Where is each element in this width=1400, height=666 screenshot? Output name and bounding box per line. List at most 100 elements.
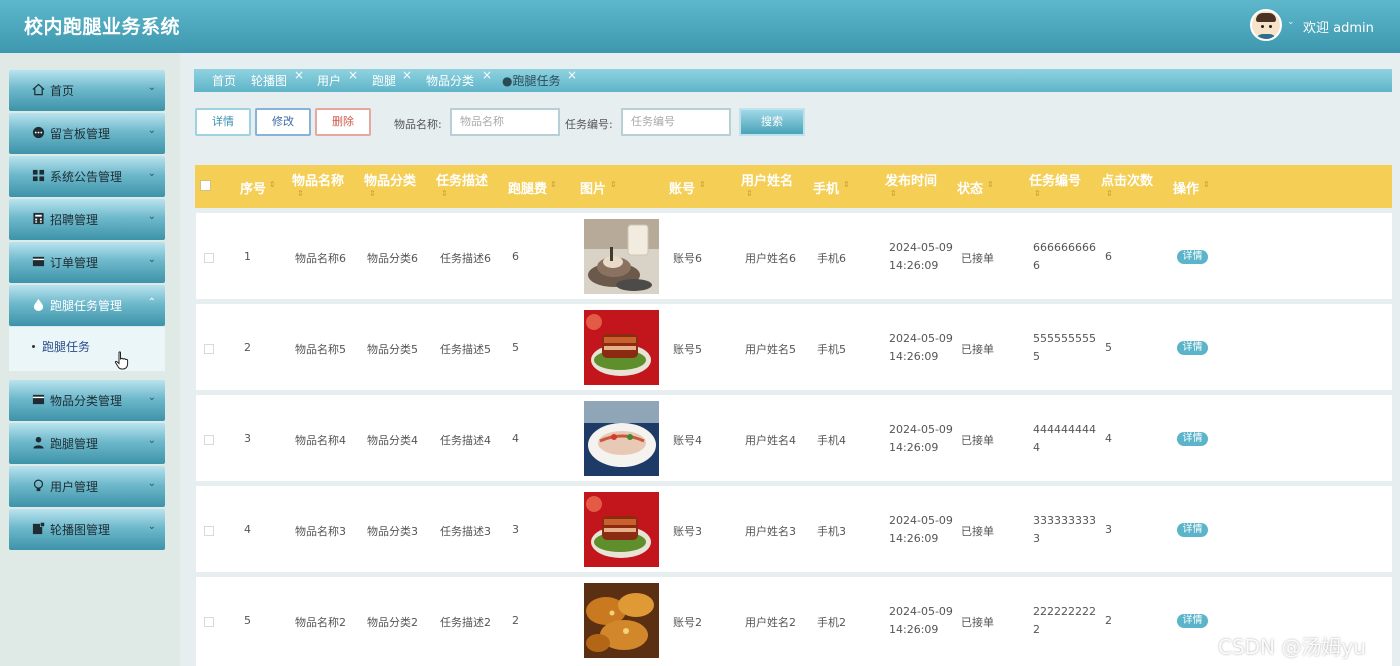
cell-publish-time: 14:26:09 bbox=[889, 623, 939, 636]
sort-icon[interactable]: ⇕ bbox=[269, 181, 276, 189]
delete-button[interactable]: 删除 bbox=[315, 108, 371, 136]
item-image-braised-pork bbox=[584, 492, 659, 567]
search-button[interactable]: 搜索 bbox=[739, 108, 805, 136]
tab-errand-tasks[interactable]: ●跑腿任务 bbox=[502, 72, 560, 89]
sort-icon[interactable]: ⇕ bbox=[369, 190, 376, 198]
sidebar-item-users[interactable]: 用户管理 ⌄ bbox=[9, 466, 165, 507]
column-header-user-name[interactable]: 用户姓名 bbox=[741, 170, 793, 189]
sidebar-item-runners[interactable]: 跑腿管理 ⌄ bbox=[9, 423, 165, 464]
user-avatar[interactable] bbox=[1250, 9, 1282, 41]
cell-category: 物品分类3 bbox=[367, 525, 418, 538]
sidebar-item-errand-tasks[interactable]: 跑腿任务管理 ⌃ bbox=[9, 285, 165, 326]
column-header-account[interactable]: 账号 bbox=[669, 178, 695, 197]
column-header-index[interactable]: 序号 bbox=[240, 178, 266, 197]
chevron-down-icon: ⌄ bbox=[147, 125, 156, 136]
cell-clicks: 6 bbox=[1105, 250, 1112, 263]
sort-icon[interactable]: ⇕ bbox=[610, 181, 617, 189]
sidebar-item-orders[interactable]: 订单管理 ⌄ bbox=[9, 242, 165, 283]
cell-account: 账号3 bbox=[673, 525, 702, 538]
cell-task-no: 444444444 bbox=[1033, 423, 1096, 436]
cell-task-no: 222222222 bbox=[1033, 605, 1096, 618]
cell-task-no: 333333333 bbox=[1033, 514, 1096, 527]
row-checkbox[interactable] bbox=[204, 344, 214, 354]
row-checkbox[interactable] bbox=[204, 253, 214, 263]
row-detail-button[interactable]: 详情 bbox=[1177, 341, 1208, 355]
sort-icon[interactable]: ⇕ bbox=[441, 190, 448, 198]
edit-button[interactable]: 修改 bbox=[255, 108, 311, 136]
item-image-tea-dessert bbox=[584, 219, 659, 294]
column-header-status[interactable]: 状态 bbox=[957, 178, 983, 197]
tab-runners[interactable]: 跑腿 bbox=[372, 72, 396, 89]
close-icon[interactable]: × bbox=[294, 68, 304, 82]
sidebar-item-home[interactable]: 首页 ⌄ bbox=[9, 70, 165, 111]
column-header-phone[interactable]: 手机 bbox=[813, 178, 839, 197]
cell-category: 物品分类2 bbox=[367, 616, 418, 629]
sidebar-item-categories[interactable]: 物品分类管理 ⌄ bbox=[9, 380, 165, 421]
row-detail-button[interactable]: 详情 bbox=[1177, 614, 1208, 628]
cell-status: 已接单 bbox=[961, 252, 994, 265]
cell-index: 1 bbox=[244, 250, 251, 263]
chevron-up-icon: ⌃ bbox=[147, 297, 156, 308]
cell-clicks: 5 bbox=[1105, 341, 1112, 354]
row-detail-button[interactable]: 详情 bbox=[1177, 250, 1208, 264]
row-detail-button[interactable]: 详情 bbox=[1177, 432, 1208, 446]
sort-icon[interactable]: ⇕ bbox=[550, 181, 557, 189]
row-checkbox[interactable] bbox=[204, 617, 214, 627]
cell-description: 任务描述6 bbox=[440, 252, 491, 265]
table-row[interactable]: 5 物品名称2 物品分类2 任务描述2 2 账号2 用户姓名2 手机2 2024… bbox=[196, 577, 1392, 666]
sort-icon[interactable]: ⇕ bbox=[297, 190, 304, 198]
row-checkbox[interactable] bbox=[204, 435, 214, 445]
sort-icon[interactable]: ⇕ bbox=[1106, 190, 1113, 198]
tab-home[interactable]: 首页 bbox=[212, 72, 236, 89]
cell-task-no-wrap: 6 bbox=[1033, 259, 1040, 272]
column-header-clicks[interactable]: 点击次数 bbox=[1101, 170, 1153, 189]
detail-button[interactable]: 详情 bbox=[195, 108, 251, 136]
tab-users[interactable]: 用户 bbox=[317, 72, 341, 89]
table-row[interactable]: 2 物品名称5 物品分类5 任务描述5 5 账号5 用户姓名5 手机5 2024… bbox=[196, 304, 1392, 390]
item-name-label: 物品名称: bbox=[394, 118, 442, 131]
message-icon bbox=[32, 126, 45, 139]
cell-publish-date: 2024-05-09 bbox=[889, 423, 953, 436]
table-row[interactable]: 1 物品名称6 物品分类6 任务描述6 6 账号6 用户姓名6 手机6 2024… bbox=[196, 213, 1392, 299]
close-icon[interactable]: × bbox=[567, 68, 577, 82]
column-header-publish-time[interactable]: 发布时间 bbox=[885, 170, 937, 189]
close-icon[interactable]: × bbox=[348, 68, 358, 82]
column-header-image[interactable]: 图片 bbox=[580, 178, 606, 197]
column-header-task-no[interactable]: 任务编号 bbox=[1029, 170, 1081, 189]
sort-icon[interactable]: ⇕ bbox=[843, 181, 850, 189]
chevron-down-icon[interactable]: ⌄ bbox=[1287, 17, 1295, 27]
sort-icon[interactable]: ⇕ bbox=[699, 181, 706, 189]
cell-item-name: 物品名称6 bbox=[295, 252, 346, 265]
table-row[interactable]: 4 物品名称3 物品分类3 任务描述3 3 账号3 用户姓名3 手机3 2024… bbox=[196, 486, 1392, 572]
item-name-input[interactable]: 物品名称 bbox=[450, 108, 560, 136]
cell-account: 账号2 bbox=[673, 616, 702, 629]
sort-icon[interactable]: ⇕ bbox=[746, 190, 753, 198]
sidebar-item-message-board[interactable]: 留言板管理 ⌄ bbox=[9, 113, 165, 154]
sidebar-subitem-errand-task[interactable]: 跑腿任务 bbox=[9, 327, 165, 371]
tab-categories[interactable]: 物品分类 bbox=[426, 72, 474, 89]
sort-icon[interactable]: ⇕ bbox=[890, 190, 897, 198]
column-header-description[interactable]: 任务描述 bbox=[436, 170, 488, 189]
tab-carousel[interactable]: 轮播图 bbox=[251, 72, 287, 89]
row-checkbox[interactable] bbox=[204, 526, 214, 536]
table-row[interactable]: 3 物品名称4 物品分类4 任务描述4 4 账号4 用户姓名4 手机4 2024… bbox=[196, 395, 1392, 481]
select-all-checkbox[interactable] bbox=[200, 180, 211, 191]
row-detail-button[interactable]: 详情 bbox=[1177, 523, 1208, 537]
close-icon[interactable]: × bbox=[402, 68, 412, 82]
column-header-fee[interactable]: 跑腿费 bbox=[508, 178, 547, 197]
column-header-item-name[interactable]: 物品名称 bbox=[292, 170, 344, 189]
welcome-text[interactable]: 欢迎 admin bbox=[1303, 17, 1374, 36]
top-header: 校内跑腿业务系统 ⌄ 欢迎 admin bbox=[0, 0, 1400, 53]
cell-task-no: 555555555 bbox=[1033, 332, 1096, 345]
sort-icon[interactable]: ⇕ bbox=[1203, 181, 1210, 189]
cell-category: 物品分类6 bbox=[367, 252, 418, 265]
task-no-input[interactable]: 任务编号 bbox=[621, 108, 731, 136]
sort-icon[interactable]: ⇕ bbox=[987, 181, 994, 189]
sidebar-item-carousel[interactable]: 轮播图管理 ⌄ bbox=[9, 509, 165, 550]
image-icon bbox=[32, 522, 45, 535]
sidebar-item-announcements[interactable]: 系统公告管理 ⌄ bbox=[9, 156, 165, 197]
close-icon[interactable]: × bbox=[482, 68, 492, 82]
sort-icon[interactable]: ⇕ bbox=[1034, 190, 1041, 198]
column-header-category[interactable]: 物品分类 bbox=[364, 170, 416, 189]
sidebar-item-recruitment[interactable]: 招聘管理 ⌄ bbox=[9, 199, 165, 240]
